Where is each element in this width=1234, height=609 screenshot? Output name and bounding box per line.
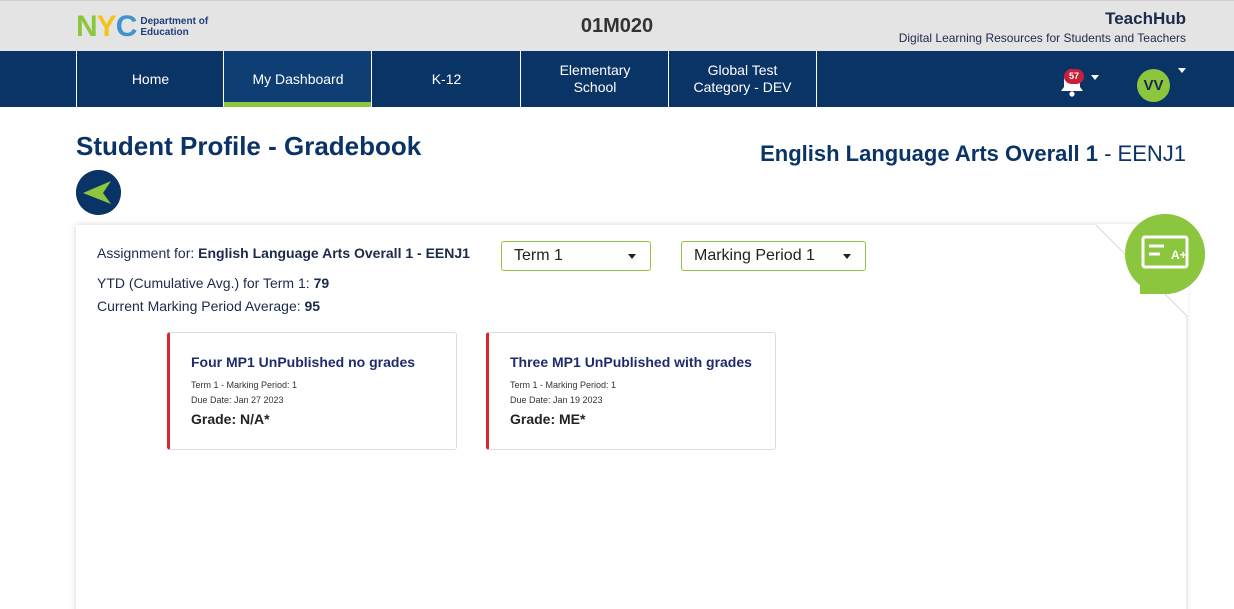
term-select-value: Term 1 [514,247,563,264]
nav-k12-label: K-12 [431,70,462,87]
term-select[interactable]: Term 1 [501,241,651,271]
assignment-due-date: Due Date: Jan 27 2023 [191,395,284,405]
current-mp-value: 95 [304,298,321,314]
assignment-for-value: English Language Arts Overall 1 - EENJ1 [198,245,470,261]
assignment-card[interactable]: Three MP1 UnPublished with grades Term 1… [486,332,776,450]
assignment-grade: Grade: N/A* [191,411,270,427]
nav-global-line2: Category - DEV [693,79,792,95]
nav-home[interactable]: Home [76,51,224,107]
assignment-for-label: Assignment for: [97,245,195,261]
assignment-card[interactable]: Four MP1 UnPublished no grades Term 1 - … [167,332,457,450]
user-menu-caret-icon[interactable] [1178,68,1186,73]
nav-elementary-line1: Elementary [559,62,631,78]
chevron-down-icon [628,254,636,259]
nav-elementary-school[interactable]: Elementary School [520,51,669,107]
nav-k12[interactable]: K-12 [371,51,521,107]
assignment-term-period: Term 1 - Marking Period: 1 [191,380,298,390]
assignment-title: Four MP1 UnPublished no grades [191,354,416,370]
nav-my-dashboard[interactable]: My Dashboard [223,51,372,107]
ytd-label: YTD (Cumulative Avg.) for Term 1: [97,275,310,291]
brand-title: TeachHub [1105,9,1186,28]
nav-global-line1: Global Test [707,62,778,78]
current-mp-label: Current Marking Period Average: [97,298,301,314]
page-title: Student Profile - Gradebook [76,131,422,161]
ytd-value: 79 [313,275,330,291]
user-avatar[interactable]: VV [1137,69,1170,102]
marking-period-select-value: Marking Period 1 [694,247,815,264]
nav-my-dashboard-label: My Dashboard [252,70,344,87]
svg-text:A+: A+ [1171,248,1187,262]
assignment-grade: Grade: ME* [510,411,586,427]
marking-period-select[interactable]: Marking Period 1 [681,241,866,271]
nav-home-label: Home [131,70,170,87]
current-mp-average-line: Current Marking Period Average: 95 [97,298,320,314]
course-name: English Language Arts Overall 1 [760,141,1098,166]
nav-elementary-school-label: Elementary School [560,62,631,96]
gradebook-icon[interactable]: A+ [1124,213,1206,295]
course-code: EENJ1 [1117,141,1186,166]
back-button[interactable] [76,170,121,215]
course-title: English Language Arts Overall 1 - EENJ1 [760,141,1186,167]
main-nav: Home My Dashboard K-12 Elementary School … [0,51,1234,107]
notifications-dropdown-caret-icon[interactable] [1091,75,1099,80]
top-header: NYC Department of Education 01M020 Teach… [0,0,1234,51]
assignment-title: Three MP1 UnPublished with grades [510,354,752,370]
assignment-term-period: Term 1 - Marking Period: 1 [510,380,617,390]
nav-global-test-category[interactable]: Global Test Category - DEV [668,51,817,107]
assignment-due-date: Due Date: Jan 19 2023 [510,395,603,405]
notification-count-badge: 57 [1064,69,1084,84]
brand: TeachHub Digital Learning Resources for … [899,9,1186,45]
brand-subtitle: Digital Learning Resources for Students … [898,31,1186,45]
ytd-average-line: YTD (Cumulative Avg.) for Term 1: 79 [97,275,329,291]
chevron-down-icon [843,254,851,259]
assignment-for-line: Assignment for: English Language Arts Ov… [97,245,470,261]
course-separator: - [1097,141,1118,166]
nav-elementary-line2: School [573,79,617,95]
nav-global-test-label: Global Test Category - DEV [693,62,791,96]
